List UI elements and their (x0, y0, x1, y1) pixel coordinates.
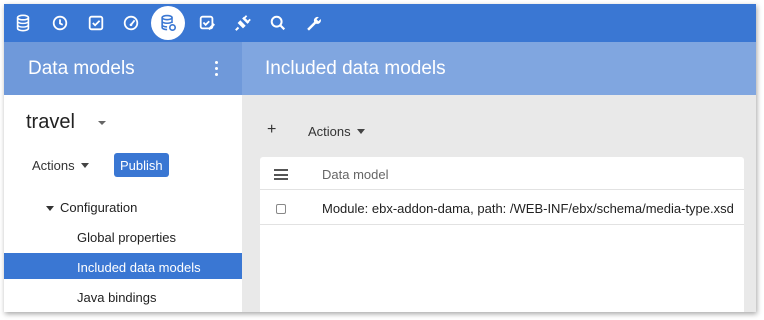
kebab-menu-icon[interactable] (208, 56, 224, 80)
table-header: Data model (260, 157, 744, 190)
gauge-icon[interactable] (116, 8, 146, 38)
table-row[interactable]: Module: ebx-addon-dama, path: /WEB-INF/e… (260, 191, 744, 225)
row-checkbox[interactable] (276, 204, 286, 214)
database-icon[interactable] (8, 8, 38, 38)
tree-item-included-data-models[interactable]: Included data models (77, 260, 201, 275)
app-window: Data models Included data models travel … (4, 4, 756, 312)
expand-toggle-icon[interactable] (46, 206, 54, 212)
left-panel: travel Actions Publish Configuration Glo… (4, 95, 242, 312)
table-cell-data-model: Module: ebx-addon-dama, path: /WEB-INF/e… (322, 201, 734, 216)
data-table: Data model Module: ebx-addon-dama, path:… (260, 157, 744, 312)
checkbox-icon[interactable] (81, 8, 111, 38)
check-edit-icon[interactable] (192, 8, 222, 38)
left-panel-title: Data models (28, 58, 135, 79)
tree-item-configuration[interactable]: Configuration (46, 200, 137, 215)
database-settings-icon[interactable] (151, 6, 185, 40)
wrench-icon[interactable] (298, 8, 328, 38)
left-actions-menu[interactable]: Actions (32, 158, 89, 173)
left-actions-label: Actions (32, 158, 75, 173)
dataset-dropdown-icon[interactable] (98, 121, 106, 125)
page-title: Included data models (265, 58, 446, 79)
clock-icon[interactable] (45, 8, 75, 38)
tree-item-label: Configuration (60, 200, 138, 215)
dataset-name: travel (26, 111, 75, 133)
top-toolbar (4, 4, 756, 42)
tree-item-global-properties[interactable]: Global properties (77, 230, 176, 245)
content-panel: + Actions Data model Module: ebx-addon-d… (242, 95, 756, 312)
caret-down-icon (356, 129, 365, 134)
tree-item-java-bindings[interactable]: Java bindings (77, 290, 157, 305)
column-header-data-model[interactable]: Data model (322, 167, 388, 182)
search-icon[interactable] (263, 8, 293, 38)
plug-icon[interactable] (228, 8, 258, 38)
content-actions-label: Actions (308, 124, 351, 139)
add-button[interactable]: + (267, 121, 276, 139)
header-bar: Data models Included data models (4, 42, 756, 95)
caret-down-icon (80, 163, 89, 168)
column-menu-icon[interactable] (274, 169, 288, 180)
publish-button[interactable]: Publish (114, 153, 169, 177)
header-left: Data models (4, 42, 242, 95)
content-actions-menu[interactable]: Actions (308, 124, 365, 139)
